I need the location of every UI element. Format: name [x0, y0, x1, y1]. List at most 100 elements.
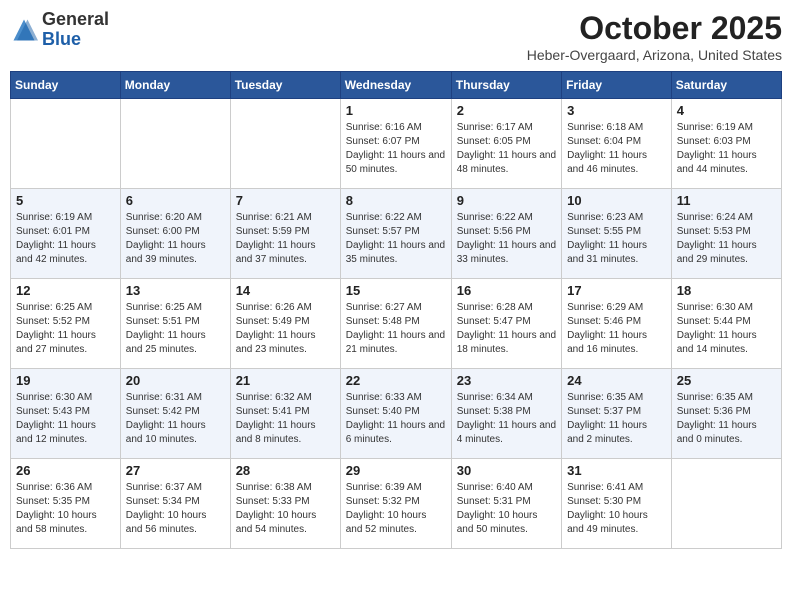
- day-number: 30: [457, 463, 556, 478]
- calendar-cell: 11Sunrise: 6:24 AM Sunset: 5:53 PM Dayli…: [671, 189, 781, 279]
- day-info: Sunrise: 6:30 AM Sunset: 5:43 PM Dayligh…: [16, 391, 115, 447]
- day-number: 19: [16, 373, 115, 388]
- day-number: 28: [236, 463, 335, 478]
- day-number: 3: [567, 103, 666, 118]
- day-number: 16: [457, 283, 556, 298]
- day-info: Sunrise: 6:40 AM Sunset: 5:31 PM Dayligh…: [457, 481, 556, 537]
- day-info: Sunrise: 6:16 AM Sunset: 6:07 PM Dayligh…: [346, 121, 446, 177]
- day-number: 23: [457, 373, 556, 388]
- calendar-cell: 24 Sunrise: 6:35 AM Sunset: 5:37 PM Dayli…: [562, 369, 672, 459]
- day-info: Sunrise: 6:35 AM Sunset: 5:37 PM Dayligh…: [567, 391, 666, 447]
- day-info: Sunrise: 6:20 AM Sunset: 6:00 PM Dayligh…: [126, 211, 225, 267]
- day-info: Sunrise: 6:22 AM Sunset: 5:57 PM Dayligh…: [346, 211, 446, 267]
- calendar-cell: 12 Sunrise: 6:25 AM Sunset: 5:52 PM Dayli…: [11, 279, 121, 369]
- calendar-cell: 9Sunrise: 6:22 AM Sunset: 5:56 PM Daylig…: [451, 189, 561, 279]
- day-info: Sunrise: 6:32 AM Sunset: 5:41 PM Dayligh…: [236, 391, 335, 447]
- day-info: Sunrise: 6:36 AM Sunset: 5:35 PM Dayligh…: [16, 481, 115, 537]
- day-info: Sunrise: 6:26 AM Sunset: 5:49 PM Dayligh…: [236, 301, 335, 357]
- day-info: Sunrise: 6:39 AM Sunset: 5:32 PM Dayligh…: [346, 481, 446, 537]
- calendar-cell: 18 Sunrise: 6:30 AM Sunset: 5:44 PM Dayli…: [671, 279, 781, 369]
- day-number: 18: [677, 283, 776, 298]
- day-number: 8: [346, 193, 446, 208]
- calendar-cell: 26Sunrise: 6:36 AM Sunset: 5:35 PM Dayli…: [11, 459, 121, 549]
- day-info: Sunrise: 6:38 AM Sunset: 5:33 PM Dayligh…: [236, 481, 335, 537]
- calendar-cell: 15 Sunrise: 6:27 AM Sunset: 5:48 PM Dayli…: [340, 279, 451, 369]
- calendar-cell: 28 Sunrise: 6:38 AM Sunset: 5:33 PM Dayli…: [230, 459, 340, 549]
- day-number: 12: [16, 283, 115, 298]
- calendar-cell: 5 Sunrise: 6:19 AM Sunset: 6:01 PM Daylig…: [11, 189, 121, 279]
- header-day-saturday: Saturday: [671, 72, 781, 99]
- day-info: Sunrise: 6:21 AM Sunset: 5:59 PM Dayligh…: [236, 211, 335, 267]
- calendar-cell: 2Sunrise: 6:17 AM Sunset: 6:05 PM Daylig…: [451, 99, 561, 189]
- header-row: SundayMondayTuesdayWednesdayThursdayFrid…: [11, 72, 782, 99]
- calendar-cell: 29 Sunrise: 6:39 AM Sunset: 5:32 PM Dayli…: [340, 459, 451, 549]
- calendar-cell: 20Sunrise: 6:31 AM Sunset: 5:42 PM Dayli…: [120, 369, 230, 459]
- day-info: Sunrise: 6:19 AM Sunset: 6:01 PM Dayligh…: [16, 211, 115, 267]
- header-day-wednesday: Wednesday: [340, 72, 451, 99]
- calendar-cell: [671, 459, 781, 549]
- day-number: 9: [457, 193, 556, 208]
- day-number: 29: [346, 463, 446, 478]
- header-day-thursday: Thursday: [451, 72, 561, 99]
- day-number: 7: [236, 193, 335, 208]
- month-title: October 2025: [527, 10, 782, 47]
- day-info: Sunrise: 6:33 AM Sunset: 5:40 PM Dayligh…: [346, 391, 446, 447]
- week-row-5: 26Sunrise: 6:36 AM Sunset: 5:35 PM Dayli…: [11, 459, 782, 549]
- day-info: Sunrise: 6:30 AM Sunset: 5:44 PM Dayligh…: [677, 301, 776, 357]
- calendar-cell: 10Sunrise: 6:23 AM Sunset: 5:55 PM Dayli…: [562, 189, 672, 279]
- calendar-cell: 8 Sunrise: 6:22 AM Sunset: 5:57 PM Daylig…: [340, 189, 451, 279]
- week-row-4: 19 Sunrise: 6:30 AM Sunset: 5:43 PM Dayli…: [11, 369, 782, 459]
- logo-general-text: General: [42, 9, 109, 29]
- day-info: Sunrise: 6:41 AM Sunset: 5:30 PM Dayligh…: [567, 481, 666, 537]
- calendar-cell: 4 Sunrise: 6:19 AM Sunset: 6:03 PM Daylig…: [671, 99, 781, 189]
- title-block: October 2025 Heber-Overgaard, Arizona, U…: [527, 10, 782, 63]
- day-number: 17: [567, 283, 666, 298]
- calendar-cell: 31Sunrise: 6:41 AM Sunset: 5:30 PM Dayli…: [562, 459, 672, 549]
- location-text: Heber-Overgaard, Arizona, United States: [527, 47, 782, 63]
- calendar-cell: [11, 99, 121, 189]
- calendar-cell: 6Sunrise: 6:20 AM Sunset: 6:00 PM Daylig…: [120, 189, 230, 279]
- calendar-cell: [230, 99, 340, 189]
- day-info: Sunrise: 6:34 AM Sunset: 5:38 PM Dayligh…: [457, 391, 556, 447]
- day-number: 1: [346, 103, 446, 118]
- calendar-cell: 30 Sunrise: 6:40 AM Sunset: 5:31 PM Dayli…: [451, 459, 561, 549]
- calendar-cell: 7 Sunrise: 6:21 AM Sunset: 5:59 PM Daylig…: [230, 189, 340, 279]
- day-info: Sunrise: 6:24 AM Sunset: 5:53 PM Dayligh…: [677, 211, 776, 267]
- day-number: 22: [346, 373, 446, 388]
- header-day-monday: Monday: [120, 72, 230, 99]
- day-info: Sunrise: 6:19 AM Sunset: 6:03 PM Dayligh…: [677, 121, 776, 177]
- day-info: Sunrise: 6:25 AM Sunset: 5:51 PM Dayligh…: [126, 301, 225, 357]
- calendar-cell: 19 Sunrise: 6:30 AM Sunset: 5:43 PM Dayli…: [11, 369, 121, 459]
- calendar-cell: 1 Sunrise: 6:16 AM Sunset: 6:07 PM Daylig…: [340, 99, 451, 189]
- day-info: Sunrise: 6:29 AM Sunset: 5:46 PM Dayligh…: [567, 301, 666, 357]
- calendar-cell: 23 Sunrise: 6:34 AM Sunset: 5:38 PM Dayli…: [451, 369, 561, 459]
- week-row-3: 12 Sunrise: 6:25 AM Sunset: 5:52 PM Dayli…: [11, 279, 782, 369]
- day-number: 13: [126, 283, 225, 298]
- day-number: 2: [457, 103, 556, 118]
- header-day-friday: Friday: [562, 72, 672, 99]
- calendar-cell: 3 Sunrise: 6:18 AM Sunset: 6:04 PM Daylig…: [562, 99, 672, 189]
- day-number: 10: [567, 193, 666, 208]
- header-day-tuesday: Tuesday: [230, 72, 340, 99]
- day-info: Sunrise: 6:37 AM Sunset: 5:34 PM Dayligh…: [126, 481, 225, 537]
- week-row-2: 5 Sunrise: 6:19 AM Sunset: 6:01 PM Daylig…: [11, 189, 782, 279]
- day-number: 5: [16, 193, 115, 208]
- calendar-cell: [120, 99, 230, 189]
- day-number: 27: [126, 463, 225, 478]
- calendar-cell: 25Sunrise: 6:35 AM Sunset: 5:36 PM Dayli…: [671, 369, 781, 459]
- day-info: Sunrise: 6:25 AM Sunset: 5:52 PM Dayligh…: [16, 301, 115, 357]
- page-header: General Blue October 2025 Heber-Overgaar…: [10, 10, 782, 63]
- day-number: 24: [567, 373, 666, 388]
- day-info: Sunrise: 6:27 AM Sunset: 5:48 PM Dayligh…: [346, 301, 446, 357]
- calendar-table: SundayMondayTuesdayWednesdayThursdayFrid…: [10, 71, 782, 549]
- calendar-cell: 17 Sunrise: 6:29 AM Sunset: 5:46 PM Dayli…: [562, 279, 672, 369]
- day-info: Sunrise: 6:18 AM Sunset: 6:04 PM Dayligh…: [567, 121, 666, 177]
- day-number: 25: [677, 373, 776, 388]
- day-number: 20: [126, 373, 225, 388]
- calendar-cell: 21 Sunrise: 6:32 AM Sunset: 5:41 PM Dayli…: [230, 369, 340, 459]
- day-number: 21: [236, 373, 335, 388]
- calendar-cell: 14Sunrise: 6:26 AM Sunset: 5:49 PM Dayli…: [230, 279, 340, 369]
- day-number: 4: [677, 103, 776, 118]
- calendar-cell: 16Sunrise: 6:28 AM Sunset: 5:47 PM Dayli…: [451, 279, 561, 369]
- day-number: 15: [346, 283, 446, 298]
